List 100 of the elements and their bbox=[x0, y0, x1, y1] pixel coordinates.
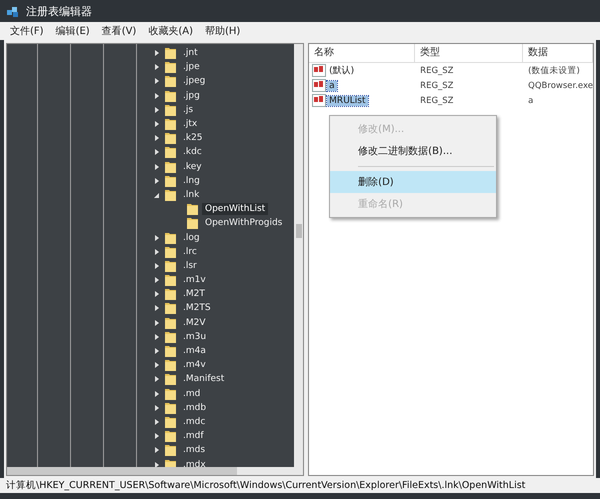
folder-icon bbox=[164, 160, 177, 174]
folder-icon bbox=[164, 316, 177, 330]
expand-arrow-icon[interactable] bbox=[153, 49, 161, 58]
folder-icon bbox=[164, 244, 177, 259]
tree-item[interactable]: .m1v bbox=[180, 274, 209, 286]
folder-icon bbox=[164, 131, 177, 146]
folder-icon bbox=[164, 88, 177, 103]
tree-item[interactable]: .js bbox=[180, 104, 196, 116]
expand-arrow-icon[interactable] bbox=[153, 63, 161, 72]
expand-arrow-icon[interactable] bbox=[153, 106, 161, 114]
tree-item[interactable]: .M2TS bbox=[180, 302, 214, 314]
expand-arrow-icon[interactable] bbox=[153, 234, 161, 242]
tree-item[interactable]: .Manifest bbox=[180, 373, 228, 386]
expand-arrow-icon[interactable] bbox=[153, 248, 161, 256]
tree-item[interactable]: .mdb bbox=[180, 402, 210, 414]
expand-arrow-icon[interactable] bbox=[153, 418, 161, 426]
expand-arrow-icon[interactable] bbox=[153, 134, 161, 142]
value-type: REG_SZ bbox=[419, 96, 455, 106]
tree-item[interactable]: .mds bbox=[180, 444, 208, 456]
folder-icon bbox=[164, 358, 177, 372]
tree-item[interactable]: .mdf bbox=[180, 430, 207, 442]
menu-item[interactable]: 收藏夹(A) bbox=[142, 24, 199, 38]
folder-icon bbox=[164, 174, 177, 188]
tree-item[interactable]: .kdc bbox=[180, 146, 205, 158]
expand-arrow-icon[interactable] bbox=[153, 332, 161, 341]
folder-icon bbox=[164, 258, 177, 273]
expand-arrow-icon[interactable] bbox=[153, 446, 161, 454]
expand-arrow-icon[interactable] bbox=[153, 162, 161, 171]
vertical-scrollbar[interactable] bbox=[294, 44, 304, 467]
tree-item[interactable]: OpenWithList bbox=[202, 203, 268, 216]
value-data: QQBrowser.exe bbox=[527, 80, 593, 90]
menu-item[interactable]: 查看(V) bbox=[96, 24, 142, 38]
context-menu-item[interactable]: 删除(D) bbox=[330, 171, 496, 193]
tree-item[interactable]: .key bbox=[180, 160, 205, 173]
string-value-icon bbox=[312, 64, 326, 77]
folder-icon bbox=[164, 74, 177, 88]
value-type: REG_SZ bbox=[419, 80, 455, 90]
column-header[interactable]: 数据 bbox=[523, 44, 593, 62]
expand-arrow-icon[interactable] bbox=[153, 148, 161, 156]
folder-icon bbox=[164, 145, 177, 160]
tree-item[interactable]: .jpeg bbox=[180, 75, 208, 88]
expand-arrow-icon[interactable] bbox=[153, 120, 161, 128]
tree-item[interactable]: .m4v bbox=[180, 359, 209, 372]
folder-icon bbox=[164, 429, 177, 444]
expand-arrow-icon[interactable] bbox=[153, 432, 161, 440]
tree-item[interactable]: .mdx bbox=[180, 458, 209, 467]
tree-item[interactable]: .lng bbox=[180, 174, 203, 187]
value-type: REG_SZ bbox=[419, 66, 455, 76]
tree-item[interactable]: .log bbox=[180, 232, 203, 244]
value-name[interactable]: MRUList bbox=[327, 96, 368, 106]
expand-arrow-icon[interactable] bbox=[153, 304, 161, 312]
folder-icon bbox=[164, 400, 177, 415]
expand-arrow-icon[interactable] bbox=[153, 361, 161, 370]
folder-icon bbox=[164, 344, 177, 358]
folder-icon bbox=[186, 216, 199, 230]
horizontal-scrollbar[interactable] bbox=[7, 467, 304, 475]
expand-arrow-icon[interactable] bbox=[153, 390, 161, 398]
folder-icon bbox=[164, 330, 177, 344]
expand-arrow-icon[interactable] bbox=[153, 460, 161, 467]
context-menu-item[interactable]: 修改二进制数据(B)... bbox=[330, 140, 496, 162]
tree-item[interactable]: .M2V bbox=[180, 316, 209, 329]
expand-arrow-icon[interactable] bbox=[153, 404, 161, 412]
expand-arrow-icon[interactable] bbox=[153, 92, 161, 100]
expand-arrow-icon[interactable] bbox=[153, 262, 161, 270]
expand-arrow-icon[interactable] bbox=[153, 276, 161, 284]
menu-item[interactable]: 编辑(E) bbox=[50, 24, 96, 38]
column-header[interactable]: 名称 bbox=[309, 44, 416, 62]
menu-item[interactable]: 文件(F) bbox=[4, 24, 50, 38]
tree-item[interactable]: .M2T bbox=[180, 288, 208, 300]
expand-arrow-icon[interactable] bbox=[153, 375, 161, 384]
folder-icon bbox=[164, 46, 177, 60]
registry-cubes-icon bbox=[6, 4, 20, 18]
tree-item[interactable]: .md bbox=[180, 388, 204, 400]
expand-arrow-icon[interactable] bbox=[153, 77, 161, 86]
folder-icon bbox=[164, 386, 177, 401]
value-data: (数值未设置) bbox=[527, 64, 581, 76]
column-header[interactable]: 类型 bbox=[415, 44, 524, 62]
collapse-arrow-icon[interactable] bbox=[153, 190, 161, 199]
menu-item[interactable]: 帮助(H) bbox=[199, 24, 246, 38]
tree-item[interactable]: .lsr bbox=[180, 260, 200, 272]
tree-item[interactable]: .jpe bbox=[180, 61, 203, 74]
expand-arrow-icon[interactable] bbox=[153, 318, 161, 327]
tree-item[interactable]: .m4a bbox=[180, 345, 209, 358]
tree-item[interactable]: .jpg bbox=[180, 90, 203, 102]
expand-arrow-icon[interactable] bbox=[153, 176, 161, 185]
value-data: a bbox=[527, 96, 534, 106]
status-path: 计算机\HKEY_CURRENT_USER\Software\Microsoft\Windows\CurrentVersion\Explorer\FileExts\.lnk\OpenWithList bbox=[6, 479, 526, 492]
expand-arrow-icon[interactable] bbox=[153, 290, 161, 298]
value-name[interactable]: a bbox=[327, 80, 337, 90]
value-name[interactable]: (默认) bbox=[327, 64, 356, 77]
tree-item[interactable]: .jtx bbox=[180, 118, 200, 130]
tree-item[interactable]: .m3u bbox=[180, 330, 210, 343]
tree-item[interactable]: .mdc bbox=[180, 416, 208, 428]
expand-arrow-icon[interactable] bbox=[153, 347, 161, 356]
tree-item[interactable]: OpenWithProgids bbox=[202, 217, 286, 230]
tree-item[interactable]: .lrc bbox=[180, 246, 200, 258]
tree-item[interactable]: .lnk bbox=[180, 188, 202, 201]
tree-item[interactable]: .jnt bbox=[180, 47, 201, 60]
tree-item[interactable]: .k25 bbox=[180, 132, 206, 144]
folder-icon bbox=[164, 117, 177, 132]
